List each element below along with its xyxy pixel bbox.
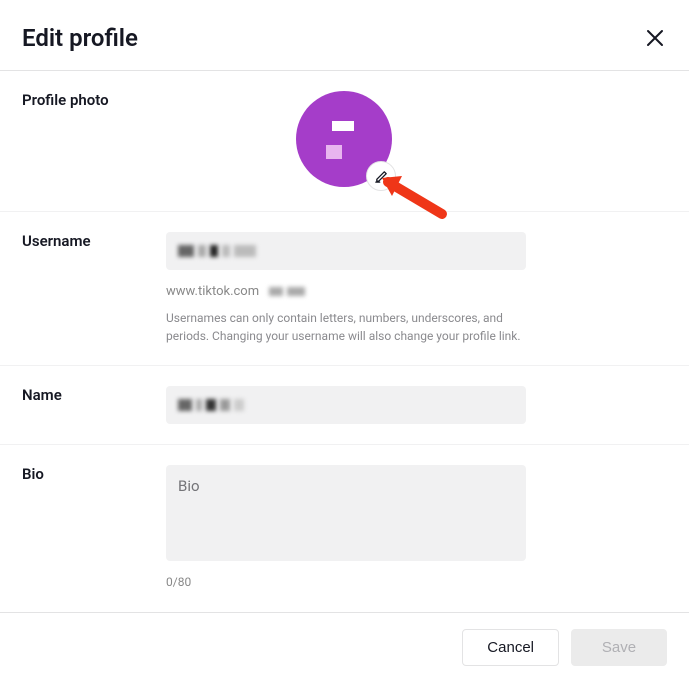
redacted-value — [178, 242, 256, 260]
bio-counter: 0/80 — [166, 575, 526, 589]
cancel-button[interactable]: Cancel — [462, 629, 559, 666]
profile-photo-label: Profile photo — [22, 91, 166, 187]
name-label: Name — [22, 386, 166, 424]
redacted-url-suffix — [269, 287, 305, 297]
redacted-value — [178, 396, 244, 414]
username-helper-text: Usernames can only contain letters, numb… — [166, 309, 526, 345]
username-label: Username — [22, 232, 166, 345]
close-button[interactable] — [643, 26, 667, 50]
bio-textarea[interactable] — [166, 465, 526, 561]
close-icon — [646, 29, 664, 47]
avatar-glyph — [324, 119, 364, 159]
footer: Cancel Save — [0, 612, 689, 682]
page-title: Edit profile — [22, 24, 138, 52]
url-prefix: www.tiktok.com — [166, 284, 259, 299]
username-input[interactable] — [166, 232, 526, 270]
pencil-icon — [374, 169, 389, 184]
avatar-container — [296, 91, 392, 187]
name-input[interactable] — [166, 386, 526, 424]
edit-photo-button[interactable] — [366, 161, 396, 191]
save-button[interactable]: Save — [571, 629, 667, 666]
username-url: www.tiktok.com — [166, 284, 526, 299]
bio-label: Bio — [22, 465, 166, 589]
